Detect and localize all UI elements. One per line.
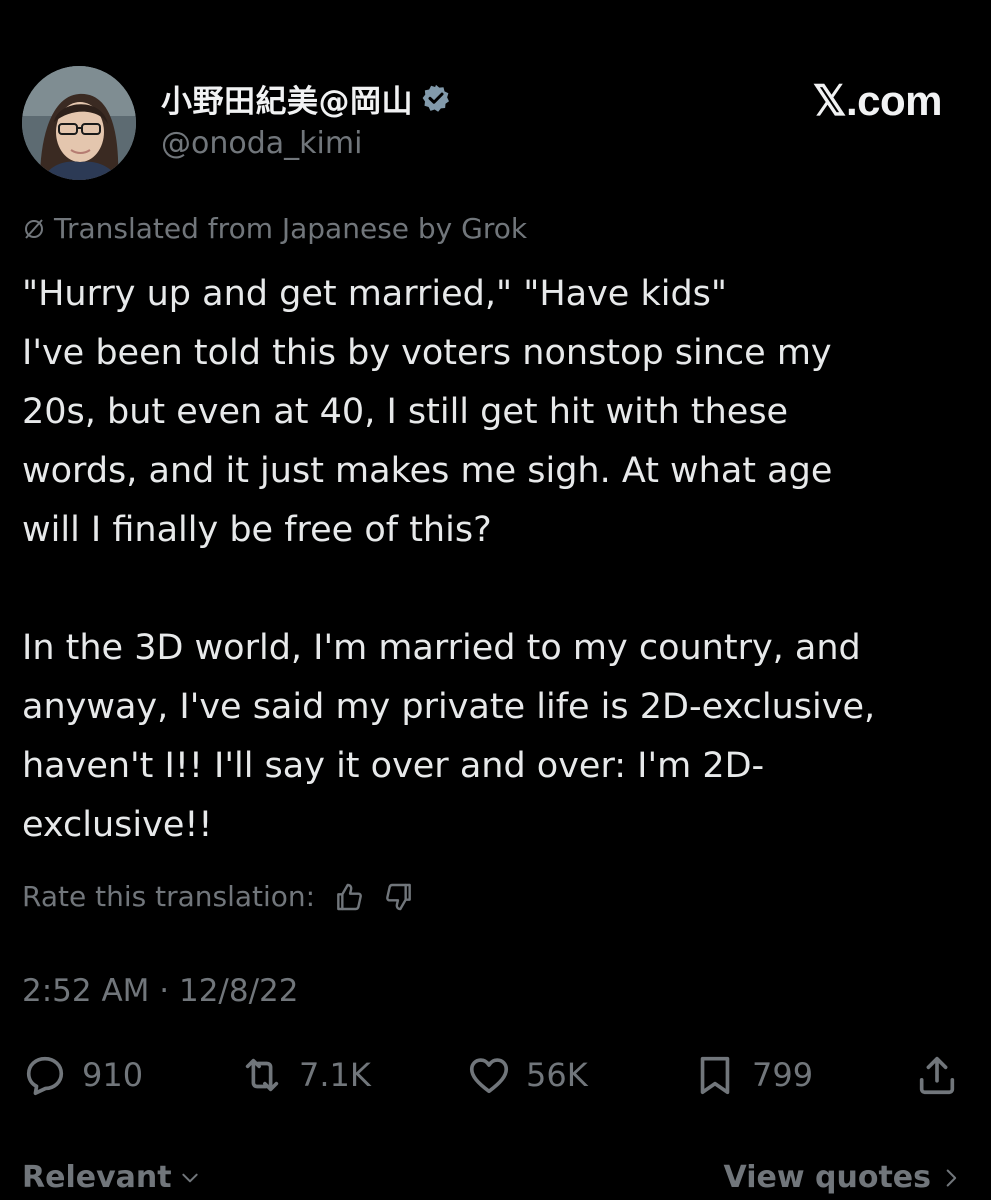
tweet-timestamp[interactable]: 2:52 AM · 12/8/22 [22, 973, 299, 1009]
like-count: 56K [526, 1056, 588, 1094]
translation-notice-text: Translated from Japanese by Grok [54, 212, 528, 245]
tweet-line: In the 3D world, I'm married to my count… [22, 628, 861, 668]
thumbs-down-icon[interactable] [383, 881, 415, 913]
display-name-row: 小野田紀美@岡山 [161, 76, 451, 120]
author-block: 小野田紀美@岡山 @onoda_kimi [161, 76, 451, 161]
tweet-line: I've been told this by voters nonstop si… [22, 333, 832, 373]
thumbs-up-icon[interactable] [333, 881, 365, 913]
view-quotes-label: View quotes [723, 1160, 931, 1195]
tweet-header: 小野田紀美@岡山 @onoda_kimi 𝕏.com [22, 66, 972, 181]
sort-replies-label: Relevant [22, 1160, 172, 1195]
rate-translation-row: Rate this translation: [22, 880, 415, 913]
like-button[interactable]: 56K [466, 1052, 588, 1098]
reply-icon [26, 1056, 64, 1096]
bookmark-count: 799 [752, 1056, 814, 1094]
bookmark-button[interactable]: 799 [692, 1052, 813, 1098]
tweet-actions-bar: 910 7.1K 56K 799 [22, 1052, 962, 1112]
sort-replies-dropdown[interactable]: Relevant [22, 1160, 200, 1195]
share-button[interactable] [914, 1052, 960, 1098]
repost-count: 7.1K [299, 1056, 371, 1094]
rate-translation-label: Rate this translation: [22, 880, 316, 913]
repost-icon [245, 1058, 279, 1092]
bookmark-icon [700, 1056, 730, 1095]
translate-slash-icon [25, 218, 43, 239]
share-icon [919, 1056, 955, 1095]
tweet-line: anyway, I've said my private life is 2D-… [22, 687, 876, 727]
verified-badge-icon[interactable] [421, 83, 451, 113]
translation-notice: Translated from Japanese by Grok [22, 212, 527, 245]
tweet-text: "Hurry up and get married," "Have kids" … [22, 265, 972, 855]
tweet-line: 20s, but even at 40, I still get hit wit… [22, 392, 789, 432]
view-quotes-link[interactable]: View quotes [724, 1160, 961, 1195]
reply-count: 910 [82, 1056, 144, 1094]
repost-button[interactable]: 7.1K [239, 1052, 371, 1098]
chevron-right-icon [946, 1169, 957, 1186]
heart-icon [469, 1058, 509, 1094]
tweet-line: will I finally be free of this? [22, 510, 492, 550]
tweet-line: exclusive!! [22, 805, 213, 845]
x-brand-logo: 𝕏.com [812, 77, 943, 124]
tweet-line: words, and it just makes me sigh. At wha… [22, 451, 833, 491]
reply-button[interactable]: 910 [22, 1052, 143, 1098]
tweet-line: haven't I!! I'll say it over and over: I… [22, 746, 765, 786]
avatar-image [22, 66, 136, 180]
tweet-line: "Hurry up and get married," "Have kids" [22, 274, 728, 314]
chevron-down-icon [181, 1173, 198, 1182]
author-handle[interactable]: @onoda_kimi [161, 126, 451, 161]
display-name[interactable]: 小野田紀美@岡山 [161, 76, 413, 121]
avatar[interactable] [22, 66, 136, 180]
